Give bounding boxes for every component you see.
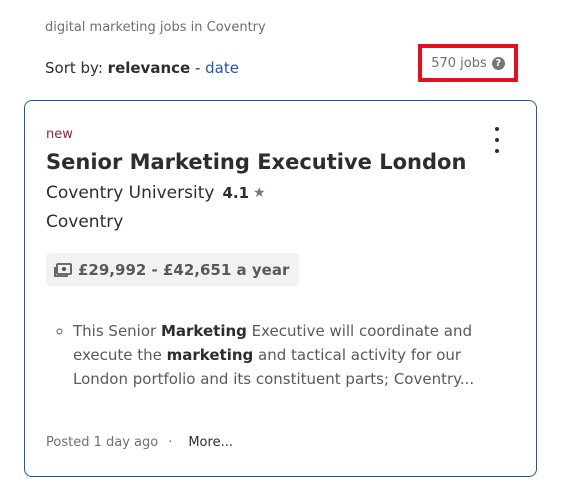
posted-date: Posted 1 day ago	[46, 435, 159, 450]
sort-separator: -	[190, 59, 206, 77]
job-footer: Posted 1 day ago · More...	[46, 435, 233, 450]
kebab-menu-icon[interactable]	[491, 127, 503, 153]
help-icon[interactable]: ?	[491, 56, 505, 70]
snippet-item: This Senior Marketing Executive will coo…	[73, 319, 500, 391]
sort-label: Sort by:	[45, 59, 103, 77]
company-row: Coventry University 4.1 ★	[46, 183, 266, 203]
money-icon	[54, 262, 72, 277]
new-badge: new	[46, 127, 73, 142]
footer-dot: ·	[168, 435, 173, 450]
job-location: Coventry	[46, 212, 124, 232]
star-icon: ★	[253, 185, 266, 201]
sort-date-link[interactable]: date	[205, 59, 239, 77]
sort-relevance-option: relevance	[107, 59, 191, 77]
more-link[interactable]: More...	[188, 435, 233, 450]
job-card[interactable]: new Senior Marketing Executive London Co…	[24, 100, 537, 477]
salary-badge: £29,992 - £42,651 a year	[46, 253, 300, 286]
company-name[interactable]: Coventry University	[46, 183, 214, 203]
company-rating: 4.1	[222, 184, 250, 202]
sort-controls: Sort by: relevance - date	[45, 59, 239, 77]
salary-text: £29,992 - £42,651 a year	[78, 260, 290, 279]
job-title[interactable]: Senior Marketing Executive London	[46, 150, 466, 174]
job-count: 570 jobs	[431, 55, 487, 71]
job-count-box: 570 jobs ?	[418, 44, 518, 82]
breadcrumb: digital marketing jobs in Coventry	[45, 20, 266, 35]
job-snippet: This Senior Marketing Executive will coo…	[55, 319, 500, 391]
